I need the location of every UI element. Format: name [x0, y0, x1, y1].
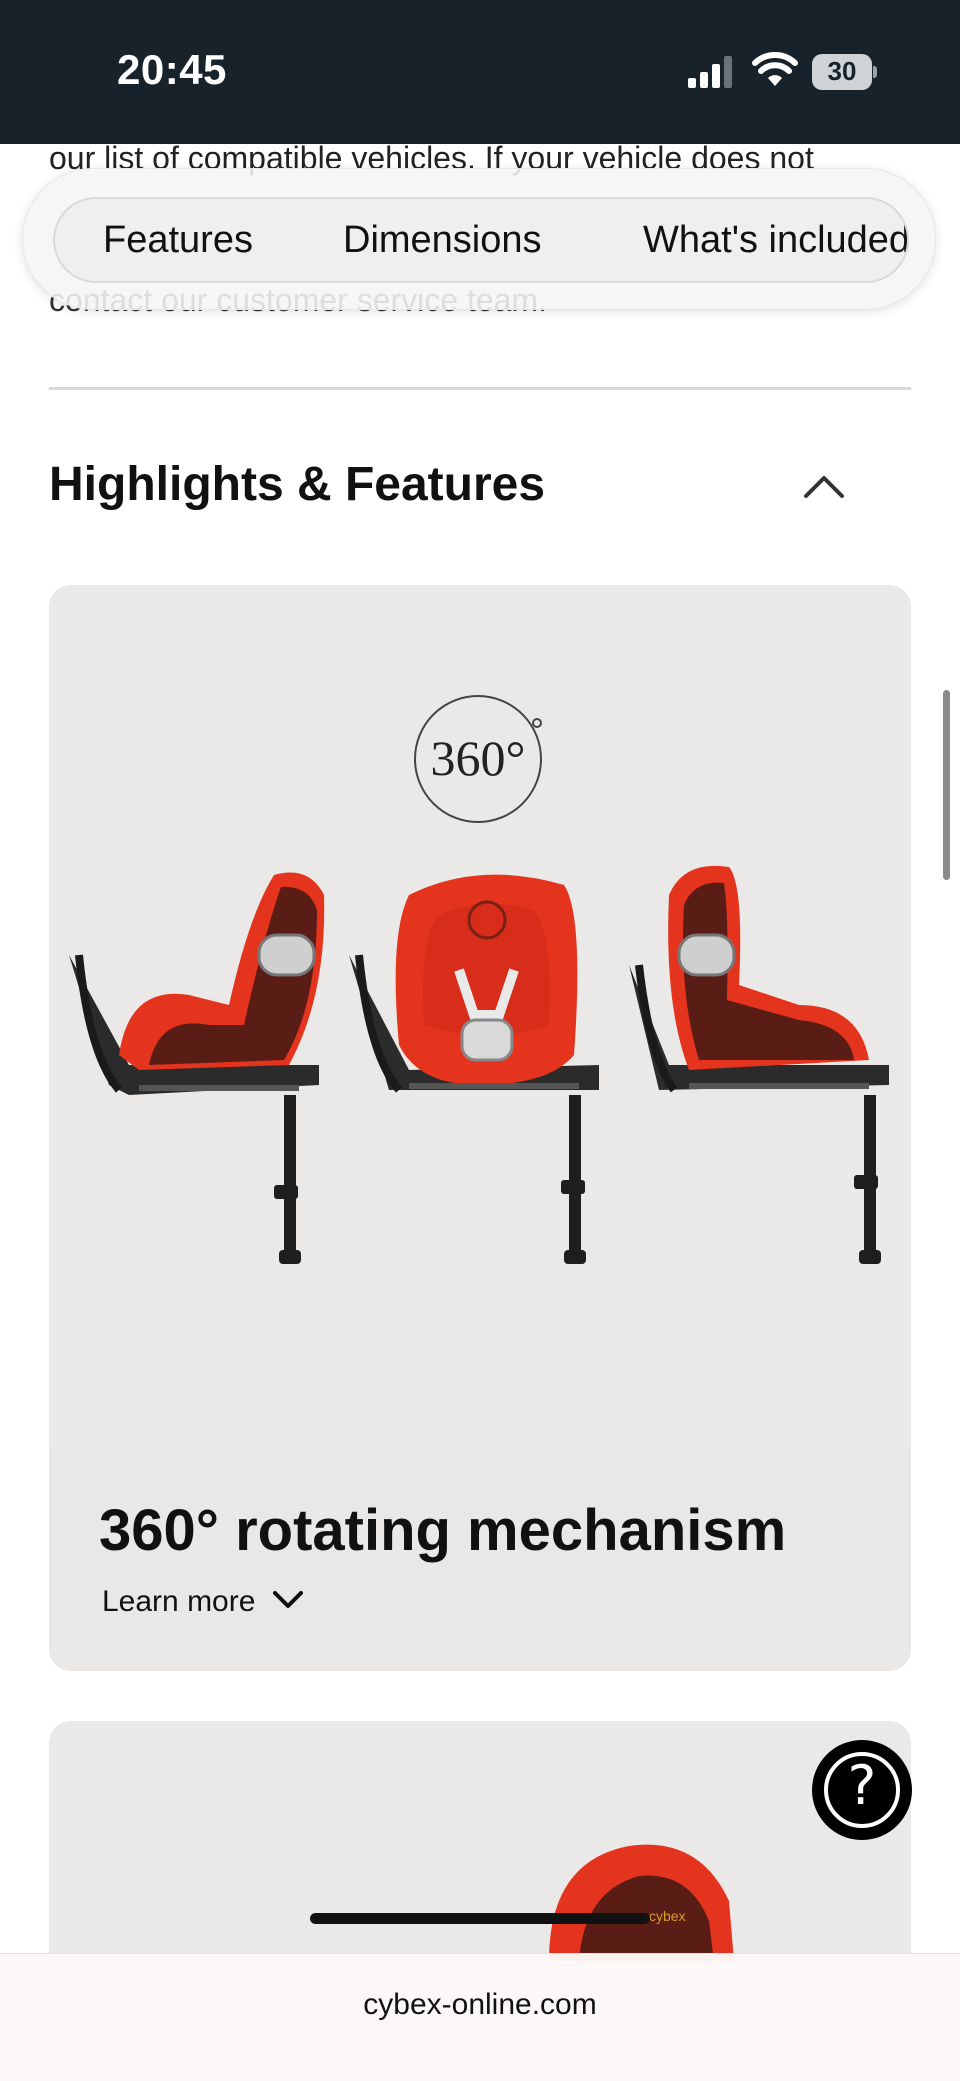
help-icon: ?	[847, 1754, 877, 1817]
car-seat-side-image	[69, 872, 325, 1264]
chevron-up-icon[interactable]	[800, 468, 848, 504]
chevron-down-icon[interactable]	[271, 1587, 305, 1613]
section-nav-track: Features Dimensions What's included	[53, 197, 909, 283]
feature-card[interactable]: 360° 360° rotating mechanism Learn more	[49, 585, 911, 1671]
battery-icon: 30	[812, 54, 878, 90]
signal-icon	[688, 56, 732, 88]
browser-url-bar[interactable]: cybex-online.com	[0, 1953, 960, 2081]
divider	[49, 387, 911, 390]
car-seat-back-image	[629, 865, 889, 1264]
tab-whats-included[interactable]: What's included	[643, 219, 907, 262]
learn-more-link[interactable]: Learn more	[102, 1585, 255, 1619]
section-title: Highlights & Features	[49, 458, 546, 511]
status-time: 20:45	[117, 46, 227, 93]
tab-dimensions[interactable]: Dimensions	[343, 219, 542, 262]
home-indicator[interactable]	[310, 1913, 650, 1924]
wifi-icon	[752, 52, 798, 86]
url-text[interactable]: cybex-online.com	[0, 1988, 960, 2022]
car-seat-front-image	[349, 874, 599, 1264]
scrollbar[interactable]	[943, 690, 950, 880]
brand-mark: cybex	[649, 1908, 686, 1924]
feature-title: 360° rotating mechanism	[99, 1498, 787, 1563]
car-seat-image: cybex	[549, 1844, 734, 1961]
battery-level: 30	[827, 56, 857, 86]
rotation-badge-icon: 360°	[414, 695, 542, 823]
section-nav: Features Dimensions What's included	[22, 168, 936, 310]
feature-image: 360°	[49, 585, 911, 1447]
feature-card-footer: 360° rotating mechanism Learn more	[49, 1447, 911, 1671]
help-button[interactable]: ?	[812, 1740, 912, 1840]
tab-features[interactable]: Features	[103, 219, 253, 262]
status-bar: 20:45 30	[0, 0, 960, 144]
rotation-badge-label: 360°	[431, 730, 526, 786]
